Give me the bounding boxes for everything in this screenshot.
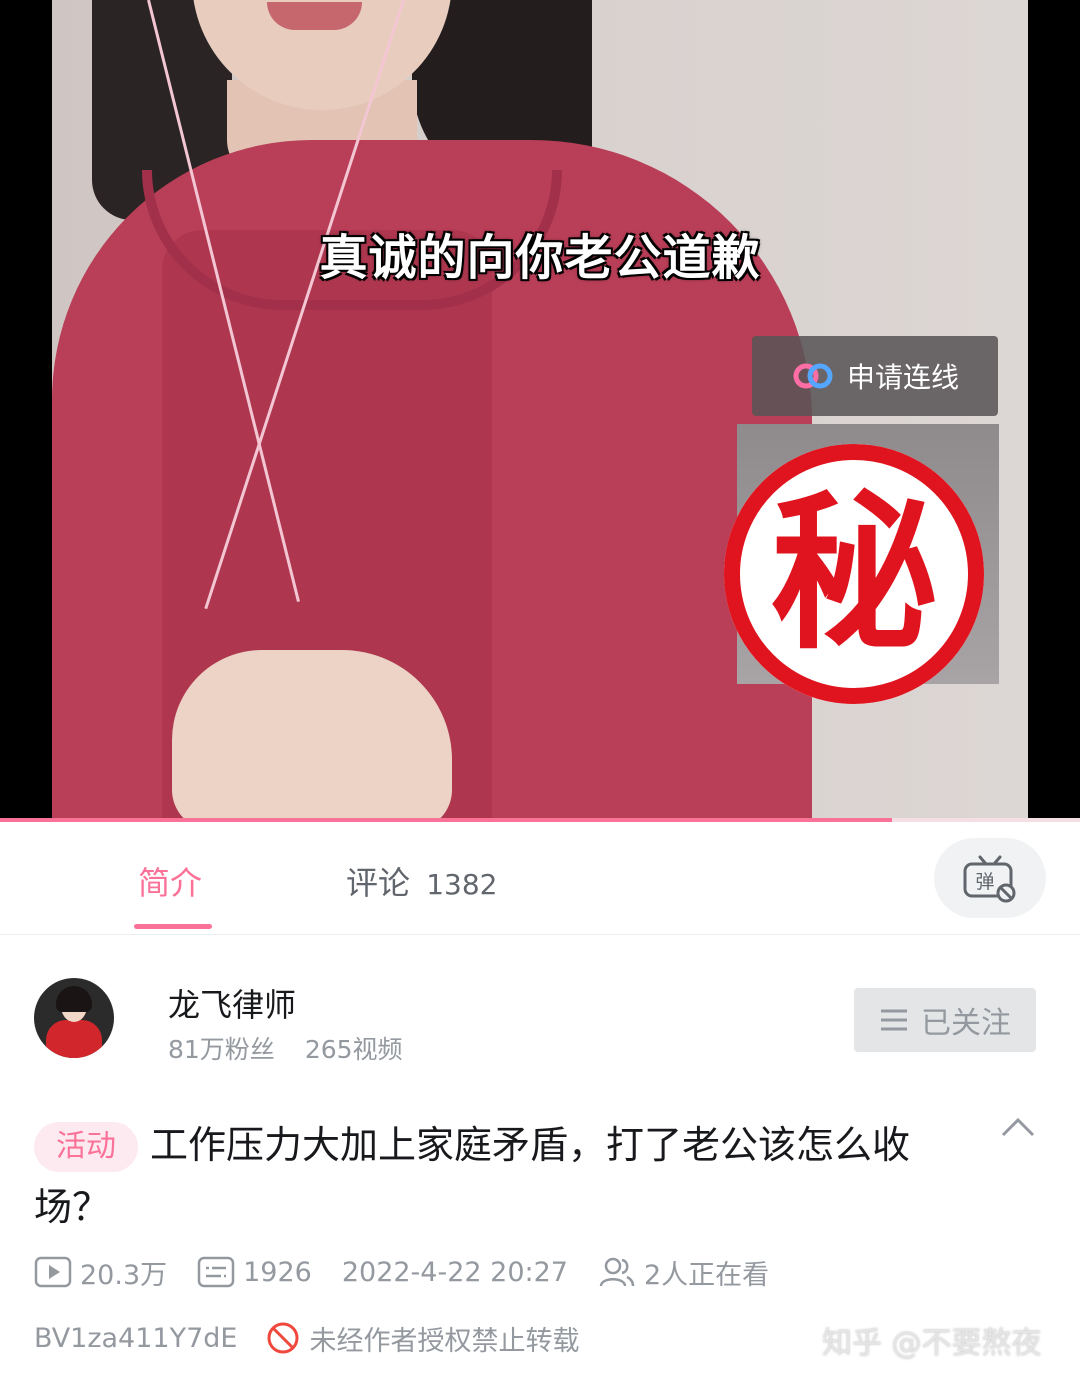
activity-tag[interactable]: 活动 (34, 1122, 138, 1172)
uploader-name[interactable]: 龙飞律师 (168, 980, 296, 1026)
video-title-text: 工作压力大加上家庭矛盾，打了老公该怎么收场？ (34, 1123, 911, 1229)
tab-comments-count: 1382 (426, 868, 498, 901)
video-progress-bar[interactable] (0, 818, 1080, 822)
video-title: 活动 工作压力大加上家庭矛盾，打了老公该怎么收场？ (34, 1114, 954, 1238)
play-count-icon (34, 1256, 72, 1288)
apply-connect-label: 申请连线 (846, 361, 959, 394)
publish-time: 2022-4-22 20:27 (341, 1256, 568, 1288)
secret-stamp-icon: 秘 (724, 444, 984, 704)
video-progress-fill (0, 818, 893, 822)
chevron-up-icon[interactable] (1000, 1116, 1036, 1138)
link-rings-icon (793, 363, 833, 389)
video-stats-row: 20.3万 1926 2022-4-22 20:27 2人正在看 (34, 1252, 799, 1292)
bvid[interactable]: BV1za411Y7dE (34, 1323, 237, 1354)
view-count-text: 20.3万 (80, 1259, 168, 1291)
prohibited-icon (267, 1322, 299, 1354)
danmaku-count: 1926 (197, 1255, 312, 1289)
copyright-notice-text: 未经作者授权禁止转载 (309, 1325, 580, 1357)
followed-label: 已关注 (921, 1006, 1011, 1041)
svg-text:弹: 弹 (975, 871, 994, 893)
avatar-hair (56, 986, 92, 1012)
apply-connect-button[interactable]: 申请连线 (752, 336, 998, 416)
danmaku-count-text: 1926 (243, 1256, 312, 1288)
tab-active-indicator (134, 924, 212, 929)
view-count: 20.3万 (34, 1253, 167, 1292)
video-player[interactable]: 真诚的向你老公道歉 申请连线 秘 (0, 0, 1080, 822)
tab-intro[interactable]: 简介 (138, 858, 202, 904)
copyright-notice: 未经作者授权禁止转载 (265, 1319, 579, 1358)
uploader-avatar[interactable] (34, 978, 114, 1058)
watching-now: 2人正在看 (598, 1253, 769, 1292)
video-scene-hand (172, 650, 452, 822)
people-icon (599, 1257, 635, 1287)
tab-bar: 简介 评论 1382 弹 (0, 824, 1080, 935)
video-caption: 真诚的向你老公道歉 (319, 230, 761, 286)
uploader-fans: 81万粉丝 (168, 1035, 275, 1064)
tab-comments-label: 评论 (346, 864, 411, 902)
avatar-body (46, 1020, 102, 1058)
video-id-row: BV1za411Y7dE 未经作者授权禁止转载 (34, 1318, 579, 1358)
uploader-stats: 81万粉丝 265视频 (168, 1030, 403, 1066)
menu-icon (881, 1009, 907, 1031)
danmaku-count-icon (197, 1256, 235, 1288)
secret-stamp-text: 秘 (770, 476, 938, 672)
tab-comments[interactable]: 评论 1382 (346, 858, 497, 904)
danmaku-toggle-button[interactable]: 弹 (934, 838, 1046, 918)
uploader-video-count: 265视频 (304, 1035, 403, 1064)
followed-button[interactable]: 已关注 (854, 988, 1036, 1052)
video-scene-lips (267, 2, 362, 30)
zhihu-watermark: 知乎 @不要熬夜 (822, 1326, 1042, 1361)
danmaku-off-icon: 弹 (963, 855, 1016, 903)
watching-now-text: 2人正在看 (643, 1259, 770, 1291)
